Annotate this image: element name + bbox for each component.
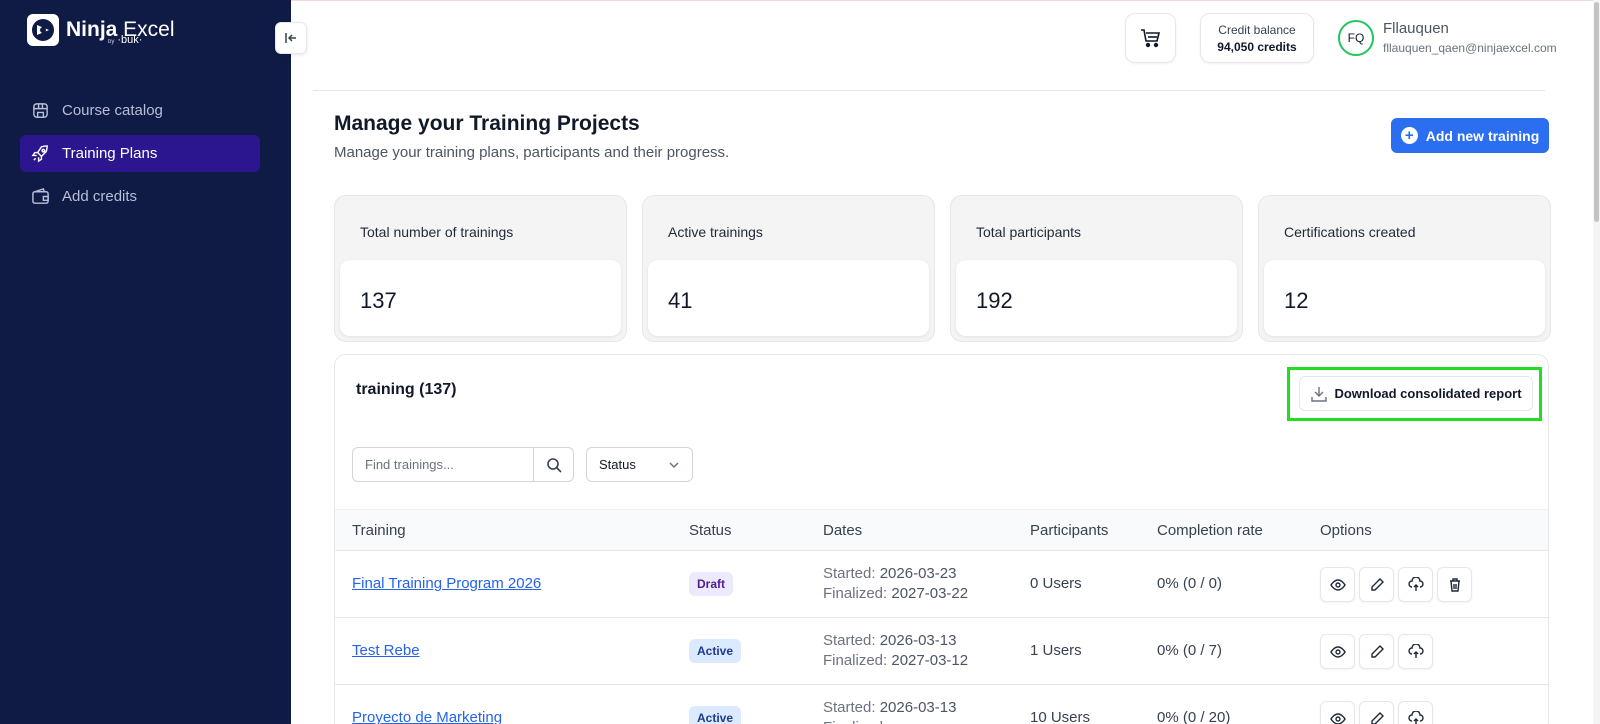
column-header-completion: Completion rate (1157, 522, 1263, 539)
page-subtitle: Manage your training plans, participants… (334, 144, 730, 161)
cloud-upload-icon (1407, 576, 1424, 591)
training-name-link[interactable]: Final Training Program 2026 (352, 575, 541, 592)
column-header-status: Status (689, 522, 732, 539)
avatar[interactable]: FQ (1338, 20, 1374, 56)
upload-button[interactable] (1398, 701, 1433, 724)
edit-button[interactable] (1359, 634, 1394, 669)
store-icon (33, 103, 48, 118)
user-email: fllauquen_qaen@ninjaexcel.com (1383, 41, 1557, 55)
stat-card-certifications: Certifications created 12 (1258, 195, 1551, 342)
stat-card-active-trainings: Active trainings 41 (642, 195, 935, 342)
pencil-icon (1370, 577, 1384, 591)
download-report-button[interactable]: Download consolidated report (1299, 376, 1533, 411)
cloud-upload-icon (1407, 710, 1424, 724)
top-border (291, 0, 1600, 1)
training-dates: Started: 2026-03-23 Finalized: 2027-03-2… (823, 565, 969, 602)
column-header-participants: Participants (1030, 522, 1109, 539)
stat-value: 192 (976, 288, 1013, 313)
table-row: Test Rebe Active Started: 2026-03-13 Fin… (335, 618, 1548, 685)
column-header-options: Options (1320, 522, 1372, 539)
stat-value: 41 (668, 288, 693, 313)
trash-icon (1449, 577, 1460, 592)
edit-button[interactable] (1359, 701, 1394, 724)
column-header-training: Training (352, 522, 406, 539)
sidebar-item-course-catalog[interactable]: Course catalog (20, 92, 260, 129)
completion-rate: 0% (0 / 20) (1157, 709, 1231, 724)
cart-icon (1140, 29, 1160, 48)
completion-rate: 0% (0 / 7) (1157, 642, 1223, 659)
sidebar-nav: Course catalog Training Plans Add credit… (20, 92, 260, 221)
plus-icon: + (1400, 127, 1418, 144)
collapse-left-icon (285, 33, 296, 43)
scrollbar-thumb[interactable] (1594, 2, 1599, 222)
training-name-link[interactable]: Proyecto de Marketing (352, 709, 502, 724)
eye-icon (1329, 645, 1346, 658)
view-button[interactable] (1320, 567, 1355, 602)
status-badge: Active (689, 639, 742, 663)
participants-count: 1 Users (1030, 642, 1082, 659)
cart-button[interactable] (1125, 13, 1176, 63)
sidebar-item-label: Course catalog (62, 102, 163, 119)
upload-button[interactable] (1398, 567, 1433, 602)
sidebar-item-label: Add credits (62, 188, 138, 205)
header-divider (313, 90, 1545, 91)
stat-label: Total participants (976, 224, 1082, 240)
eye-icon (1329, 712, 1346, 724)
view-button[interactable] (1320, 634, 1355, 669)
column-header-dates: Dates (823, 522, 863, 539)
wallet-icon (32, 187, 49, 204)
pencil-icon (1370, 711, 1384, 724)
stat-card-total-participants: Total participants 192 (950, 195, 1243, 342)
stat-value: 12 (1284, 288, 1309, 313)
status-badge: Active (689, 706, 742, 724)
cloud-upload-icon (1407, 643, 1424, 658)
eye-icon (1329, 578, 1346, 591)
training-dates: Started: 2026-03-13 Finalized: (823, 699, 957, 724)
sidebar-item-training-plans[interactable]: Training Plans (20, 135, 260, 172)
sidebar: Ninja Excel by ·buk· Course catalog Train… (0, 0, 291, 724)
sidebar-item-label: Training Plans (62, 145, 158, 162)
stat-card-total-trainings: Total number of trainings 137 (334, 195, 627, 342)
upload-button[interactable] (1398, 634, 1433, 669)
brand-by: by ·buk· (108, 34, 143, 46)
stat-label: Certifications created (1284, 224, 1416, 240)
credit-label: Credit balance (1218, 23, 1296, 37)
view-button[interactable] (1320, 701, 1355, 724)
table-row: Final Training Program 2026 Draft Starte… (335, 551, 1548, 618)
trainings-panel: training (137) Download consolidated rep… (334, 354, 1549, 724)
search-input[interactable] (353, 448, 533, 481)
stat-label: Active trainings (668, 224, 763, 240)
status-filter[interactable]: Status (586, 447, 693, 482)
stat-value: 137 (360, 288, 397, 313)
pencil-icon (1370, 644, 1384, 658)
table-header: Training Status Dates Participants Compl… (335, 509, 1548, 551)
participants-count: 0 Users (1030, 575, 1082, 592)
download-icon (1311, 386, 1328, 402)
participants-count: 10 Users (1030, 709, 1091, 724)
completion-rate: 0% (0 / 0) (1157, 575, 1223, 592)
trainings-title: training (137) (356, 381, 457, 398)
training-name-link[interactable]: Test Rebe (352, 642, 420, 659)
edit-button[interactable] (1359, 567, 1394, 602)
stat-label: Total number of trainings (360, 224, 514, 240)
search-box (352, 447, 574, 482)
logo[interactable]: Ninja Excel (27, 14, 175, 46)
credit-balance: Credit balance 94,050 credits (1200, 13, 1314, 63)
collapse-sidebar-button[interactable] (275, 22, 307, 54)
page-title: Manage your Training Projects (334, 112, 640, 135)
credit-value: 94,050 credits (1217, 40, 1297, 54)
delete-button[interactable] (1437, 567, 1472, 602)
user-name: Fllauquen (1383, 20, 1449, 37)
ninja-logo-icon (27, 14, 59, 46)
rocket-icon (31, 145, 48, 163)
status-badge: Draft (689, 572, 734, 596)
search-icon (546, 457, 562, 473)
training-dates: Started: 2026-03-13 Finalized: 2027-03-1… (823, 632, 969, 669)
chevron-down-icon (669, 461, 679, 468)
search-button[interactable] (533, 448, 573, 481)
add-new-training-button[interactable]: + Add new training (1391, 118, 1549, 153)
sidebar-item-add-credits[interactable]: Add credits (20, 178, 260, 215)
table-row: Proyecto de Marketing Active Started: 20… (335, 685, 1548, 724)
